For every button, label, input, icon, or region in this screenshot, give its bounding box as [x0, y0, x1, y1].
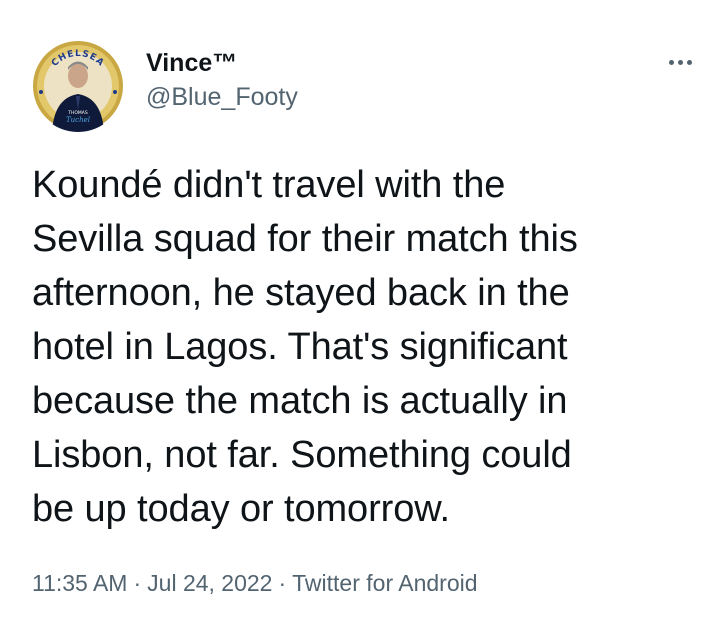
- separator: ·: [278, 570, 287, 596]
- tweet-time[interactable]: 11:35 AM: [32, 570, 127, 596]
- handle[interactable]: @Blue_Footy: [146, 82, 298, 112]
- separator: ·: [133, 570, 142, 596]
- more-horizontal-icon: [669, 59, 674, 65]
- display-name[interactable]: Vince™: [146, 48, 298, 78]
- more-horizontal-icon-dot: [678, 59, 683, 65]
- svg-text:Tuchel: Tuchel: [66, 116, 90, 124]
- tweet-card: CHELSEA THOMAS Tuchel Vince™ @Blue_Footy: [0, 0, 720, 630]
- tweet-source: Twitter for Android: [292, 570, 478, 596]
- tweet-header: CHELSEA THOMAS Tuchel Vince™ @Blue_Footy: [32, 40, 692, 132]
- more-horizontal-icon-dot: [687, 59, 692, 65]
- tweet-metadata: 11:35 AM · Jul 24, 2022 · Twitter for Androi…: [32, 568, 478, 598]
- tweet-text: Koundé didn't travel with the Sevilla sq…: [32, 164, 578, 530]
- avatar[interactable]: CHELSEA THOMAS Tuchel: [32, 40, 124, 132]
- more-options-button[interactable]: [652, 50, 692, 74]
- tweet-date[interactable]: Jul 24, 2022: [147, 570, 272, 596]
- author-names: Vince™ @Blue_Footy: [146, 48, 298, 112]
- avatar-image: CHELSEA THOMAS Tuchel: [33, 41, 123, 132]
